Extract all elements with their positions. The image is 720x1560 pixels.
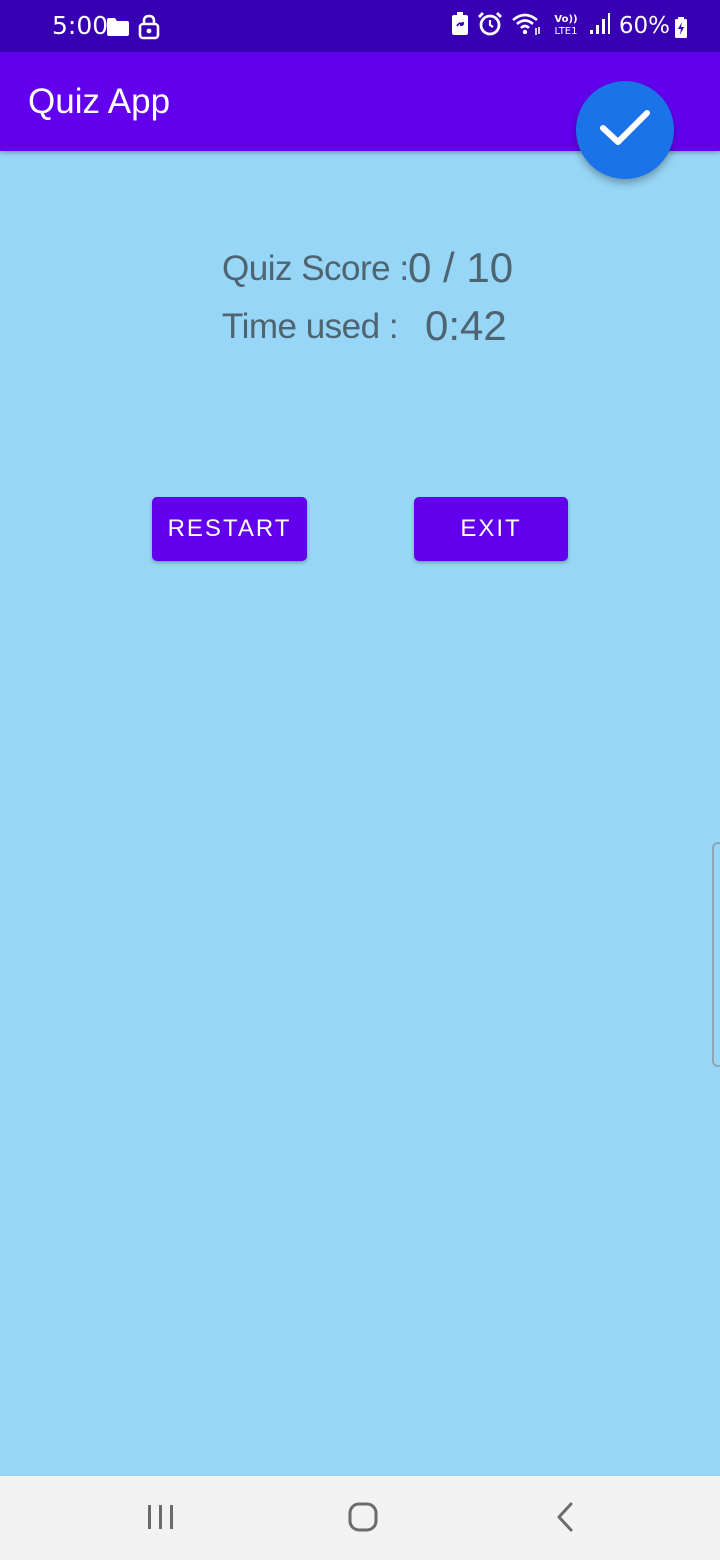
status-notification-icons xyxy=(106,14,160,44)
battery-percentage: 60% xyxy=(618,13,670,39)
back-button[interactable] xyxy=(540,1494,590,1544)
recents-button[interactable] xyxy=(136,1494,186,1544)
svg-text:Vo)): Vo)) xyxy=(554,14,577,25)
check-icon xyxy=(599,108,651,152)
volte-icon: Vo)) LTE1 xyxy=(551,12,581,40)
time-value: 0:42 xyxy=(425,302,507,349)
navigation-bar xyxy=(0,1476,720,1560)
battery-saver-icon xyxy=(451,12,469,40)
status-bar: 5:00 Vo)) LTE1 60% xyxy=(0,0,720,52)
signal-icon xyxy=(589,12,611,40)
edge-panel-handle[interactable] xyxy=(712,842,720,1067)
app-title: Quiz App xyxy=(28,82,171,121)
exit-button[interactable]: EXIT xyxy=(414,497,568,561)
score-label: Quiz Score : xyxy=(222,249,409,288)
alarm-icon xyxy=(477,11,503,41)
status-system-icons: Vo)) LTE1 60% xyxy=(451,11,687,41)
restart-button[interactable]: RESTART xyxy=(152,497,307,561)
folder-icon xyxy=(106,17,130,41)
battery-icon xyxy=(674,17,688,43)
back-icon xyxy=(554,1502,576,1536)
lock-icon xyxy=(138,14,160,44)
recents-icon xyxy=(146,1503,176,1535)
home-icon xyxy=(348,1502,378,1536)
wifi-icon xyxy=(511,12,543,40)
svg-text:LTE1: LTE1 xyxy=(554,26,577,36)
score-value: 0 / 10 xyxy=(408,244,514,291)
status-time: 5:00 xyxy=(52,11,109,40)
home-button[interactable] xyxy=(338,1494,388,1544)
submit-fab-button[interactable] xyxy=(576,81,674,179)
time-label: Time used : xyxy=(222,307,399,346)
quiz-result-screen: 5:00 Vo)) LTE1 60% Quiz App Quiz Score:… xyxy=(0,0,720,1560)
